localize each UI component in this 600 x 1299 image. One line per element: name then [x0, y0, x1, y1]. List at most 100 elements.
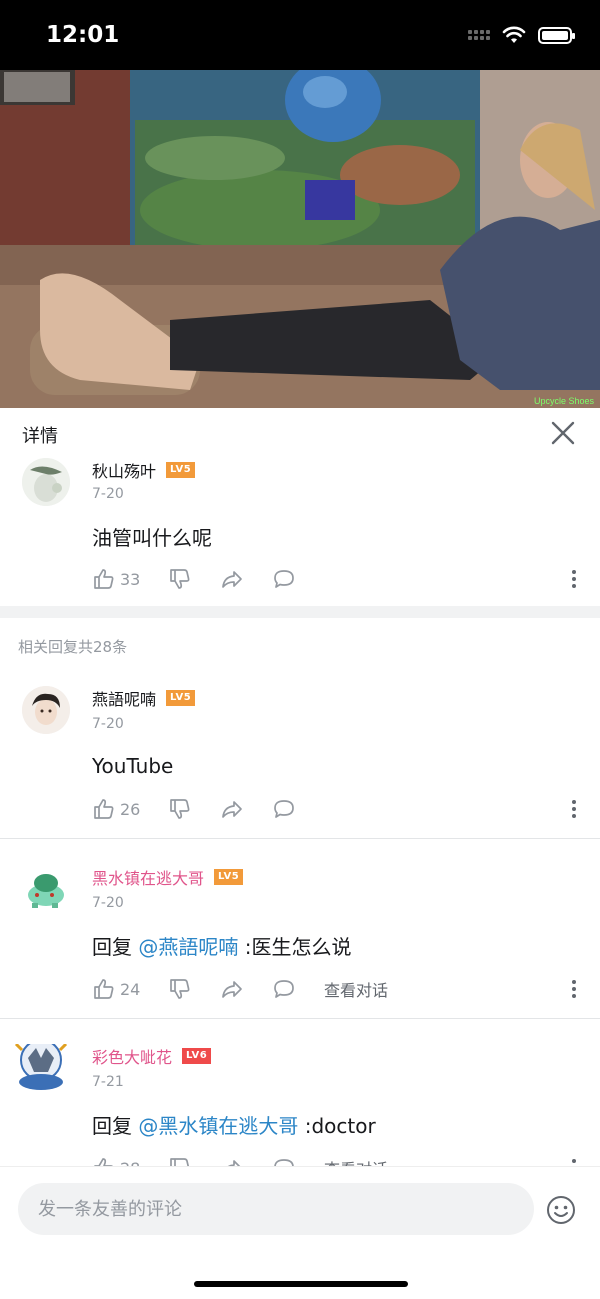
comment-text: 油管叫什么呢 [92, 526, 212, 550]
like-button[interactable]: 28 [92, 1156, 168, 1166]
reply-item: 燕語呢喃 LV5 7-20 YouTube 26 [0, 686, 600, 838]
battery-icon [538, 26, 575, 44]
comment-icon [274, 1159, 294, 1166]
more-icon[interactable] [570, 978, 578, 1000]
emoji-icon[interactable] [546, 1195, 576, 1225]
share-button[interactable] [220, 797, 272, 821]
share-icon [227, 1160, 241, 1166]
comment-actions: 28 查看对话 [92, 1155, 388, 1166]
avatar[interactable] [22, 458, 70, 506]
more-icon[interactable] [570, 1157, 578, 1166]
share-icon [222, 981, 242, 998]
comment-text: 回复 @燕語呢喃 :医生怎么说 [92, 931, 351, 960]
detail-title: 详情 [22, 426, 58, 447]
reply-button[interactable] [272, 977, 324, 1001]
like-button[interactable]: 33 [92, 567, 168, 591]
more-icon[interactable] [570, 568, 578, 590]
comment-date: 7-20 [92, 716, 124, 732]
reply-item: 彩色大呲花 LV6 7-21 回复 @黑水镇在逃大哥 :doctor 28 查看… [0, 1044, 600, 1166]
comment-date: 7-20 [92, 486, 124, 502]
reply-prefix: 回复 [92, 935, 139, 959]
like-count: 28 [120, 1159, 140, 1167]
share-icon [222, 571, 242, 588]
comment-date: 7-20 [92, 895, 124, 911]
comment-date: 7-21 [92, 1074, 124, 1090]
cellular-signal-icon [468, 30, 490, 40]
thumbs-down-icon [170, 569, 190, 589]
view-dialog-link[interactable]: 查看对话 [324, 1156, 388, 1166]
video-frame [0, 70, 600, 408]
like-button[interactable]: 26 [92, 797, 168, 821]
avatar[interactable] [22, 865, 70, 913]
level-badge: LV5 [166, 462, 196, 478]
avatar[interactable] [8, 1044, 74, 1096]
reply-button[interactable] [272, 1156, 324, 1166]
close-icon[interactable] [550, 420, 576, 446]
share-button[interactable] [220, 1156, 272, 1166]
dislike-button[interactable] [168, 977, 220, 1001]
share-icon [222, 801, 242, 818]
status-bar: 12:01 [0, 0, 600, 70]
like-count: 24 [120, 979, 141, 999]
comment-icon [274, 980, 294, 998]
thumbs-down-icon [170, 1158, 190, 1166]
thumbs-down-icon [170, 799, 190, 819]
video-player[interactable]: Upcycle Shoes [0, 70, 600, 408]
comment-actions: 24 查看对话 [92, 976, 388, 1002]
comment-input[interactable] [18, 1183, 534, 1235]
video-overlay-text: Upcycle Shoes [533, 396, 594, 406]
comment-username[interactable]: 彩色大呲花 LV6 [92, 1044, 212, 1068]
reply-item: 黑水镇在逃大哥 LV5 7-20 回复 @燕語呢喃 :医生怎么说 24 查看对话 [0, 865, 600, 1017]
thumbs-up-icon [94, 1158, 113, 1166]
avatar[interactable] [22, 686, 70, 734]
more-icon[interactable] [570, 798, 578, 820]
divider [0, 1018, 600, 1019]
dislike-button[interactable] [168, 797, 220, 821]
comment-username[interactable]: 燕語呢喃 LV5 [92, 686, 196, 710]
comment-icon [274, 570, 294, 588]
like-count: 33 [120, 569, 141, 589]
comment-actions: 33 [92, 566, 324, 592]
wifi-icon [502, 26, 526, 43]
detail-header: 详情 [0, 408, 600, 458]
comment-username[interactable]: 黑水镇在逃大哥 LV5 [92, 865, 244, 889]
home-indicator [194, 1281, 408, 1287]
replies-count: 相关回复共28条 [18, 638, 128, 656]
username-text[interactable]: 秋山殇叶 [92, 458, 156, 482]
comment-composer [0, 1166, 600, 1299]
dislike-button[interactable] [168, 567, 220, 591]
thumbs-up-icon [94, 799, 114, 819]
reply-body: :doctor [298, 1114, 376, 1138]
mention-link[interactable]: @燕語呢喃 [138, 935, 238, 959]
comment-text: YouTube [92, 754, 174, 778]
divider [0, 838, 600, 839]
like-count: 26 [120, 799, 141, 819]
reply-button[interactable] [272, 567, 324, 591]
comment-actions: 26 [92, 796, 324, 822]
reply-prefix: 回复 [92, 1114, 139, 1138]
thumbs-up-icon [94, 569, 114, 589]
share-button[interactable] [220, 567, 272, 591]
view-dialog-link[interactable]: 查看对话 [324, 977, 388, 1001]
share-button[interactable] [220, 977, 272, 1001]
comment-input-container[interactable] [18, 1183, 534, 1235]
level-badge: LV6 [182, 1048, 212, 1064]
like-button[interactable]: 24 [92, 977, 168, 1001]
status-time: 12:01 [46, 22, 120, 48]
reply-body: :医生怎么说 [238, 935, 352, 959]
status-icons [468, 26, 575, 44]
dislike-button[interactable] [168, 1156, 220, 1166]
username-text[interactable]: 燕語呢喃 [92, 686, 156, 710]
comment-username[interactable]: 秋山殇叶 LV5 [92, 458, 196, 482]
reply-button[interactable] [272, 797, 324, 821]
main-comment: 秋山殇叶 LV5 7-20 油管叫什么呢 33 [0, 458, 600, 606]
mention-link[interactable]: @黑水镇在逃大哥 [138, 1114, 298, 1138]
username-text[interactable]: 黑水镇在逃大哥 [92, 865, 204, 889]
username-text[interactable]: 彩色大呲花 [92, 1044, 172, 1068]
thumbs-up-icon [94, 979, 114, 999]
comment-icon [274, 800, 294, 818]
level-badge: LV5 [166, 690, 196, 706]
thumbs-down-icon [170, 979, 190, 999]
level-badge: LV5 [214, 869, 244, 885]
comment-text: 回复 @黑水镇在逃大哥 :doctor [92, 1110, 376, 1139]
